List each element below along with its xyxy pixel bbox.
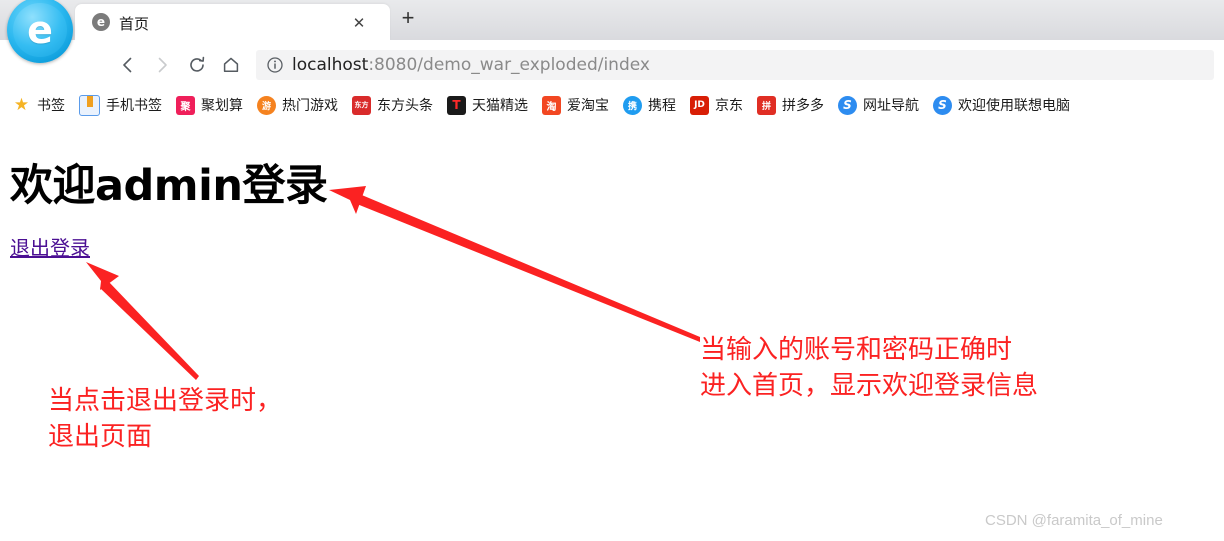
bookmark-item-tmall[interactable]: T 天猫精选	[447, 95, 528, 115]
bookmark-item-dongfang-toutiao[interactable]: 东方 东方头条	[352, 95, 433, 115]
site-navigation-icon: S	[838, 95, 857, 115]
bookmark-label: 网址导航	[863, 98, 919, 114]
pinduoduo-icon: 拼	[757, 95, 776, 115]
back-button[interactable]	[113, 50, 143, 80]
site-info-icon[interactable]	[266, 56, 284, 74]
tab-title: 首页	[119, 15, 150, 33]
bookmark-item-ctrip[interactable]: 携 携程	[623, 95, 676, 115]
lenovo-welcome-icon: S	[933, 95, 952, 115]
bookmark-label: 爱淘宝	[567, 98, 609, 114]
bookmark-label: 携程	[648, 98, 676, 114]
tab-home[interactable]: e 首页 ✕	[75, 4, 390, 40]
bookmark-item-taobao[interactable]: 淘 爱淘宝	[542, 95, 609, 115]
browser-window: e e 首页 ✕ + localhost:8080/demo_war_explo…	[0, 0, 1224, 541]
bookmark-item-jd[interactable]: JD 京东	[690, 95, 743, 115]
bookmark-item-pinduoduo[interactable]: 拼 拼多多	[757, 95, 824, 115]
taobao-icon: 淘	[542, 95, 561, 115]
dongfang-toutiao-icon: 东方	[352, 95, 371, 115]
bookmark-label: 京东	[715, 98, 743, 114]
home-icon	[223, 57, 239, 72]
bookmarks-bar: ★ 书签 手机书签 聚 聚划算 游 热门游戏 东方 东方头条 T 天猫精选 淘	[0, 89, 1224, 121]
bookmark-label: 欢迎使用联想电脑	[958, 98, 1070, 114]
bookmark-label: 天猫精选	[472, 98, 528, 114]
back-arrow-icon	[123, 57, 132, 73]
bookmark-label: 聚划算	[201, 98, 243, 114]
address-path: :8080/demo_war_exploded/index	[368, 55, 650, 75]
star-icon: ★	[13, 95, 30, 115]
bookmark-item-lenovo-welcome[interactable]: S 欢迎使用联想电脑	[933, 95, 1070, 115]
bookmark-label: 东方头条	[377, 98, 433, 114]
jd-icon: JD	[690, 95, 709, 115]
browser-logo-icon: e	[7, 0, 73, 63]
tab-close-icon[interactable]: ✕	[350, 14, 368, 32]
home-button[interactable]	[216, 50, 246, 80]
bookmark-label: 拼多多	[782, 98, 824, 114]
watermark: CSDN @faramita_of_mine	[985, 512, 1163, 529]
page-content: 欢迎admin登录 退出登录	[0, 121, 1224, 541]
new-tab-button[interactable]: +	[396, 5, 420, 30]
logout-link[interactable]: 退出登录	[10, 232, 90, 261]
address-bar-url: localhost:8080/demo_war_exploded/index	[292, 54, 650, 76]
page-title: 欢迎admin登录	[10, 161, 328, 211]
address-bar[interactable]: localhost:8080/demo_war_exploded/index	[256, 50, 1214, 80]
browser-logo-glyph: e	[27, 8, 53, 52]
hot-games-icon: 游	[257, 95, 276, 115]
mobile-bookmark-icon	[79, 94, 100, 116]
juhuasuan-icon: 聚	[176, 95, 195, 115]
forward-arrow-icon	[158, 57, 167, 73]
address-host: localhost	[292, 55, 369, 75]
bookmark-item-shuqian[interactable]: ★ 书签	[12, 95, 65, 115]
annotation-text-login-success: 当输入的账号和密码正确时 进入首页，显示欢迎登录信息	[700, 335, 1039, 401]
reload-icon	[190, 56, 205, 72]
tmall-icon: T	[447, 95, 466, 115]
bookmark-label: 书签	[37, 98, 65, 114]
bookmark-item-site-navigation[interactable]: S 网址导航	[838, 95, 919, 115]
bookmark-label: 热门游戏	[282, 98, 338, 114]
bookmark-label: 手机书签	[106, 98, 162, 114]
forward-button[interactable]	[147, 50, 177, 80]
bookmark-item-hot-games[interactable]: 游 热门游戏	[257, 95, 338, 115]
ctrip-icon: 携	[623, 95, 642, 115]
bookmark-item-juhuasuan[interactable]: 聚 聚划算	[176, 95, 243, 115]
annotation-text-logout: 当点击退出登录时， 退出页面	[48, 386, 283, 452]
tab-strip: e e 首页 ✕ +	[0, 0, 1224, 63]
tab-favicon-icon: e	[92, 13, 110, 31]
reload-button[interactable]	[182, 50, 212, 80]
bookmark-item-mobile-bookmarks[interactable]: 手机书签	[79, 94, 162, 116]
